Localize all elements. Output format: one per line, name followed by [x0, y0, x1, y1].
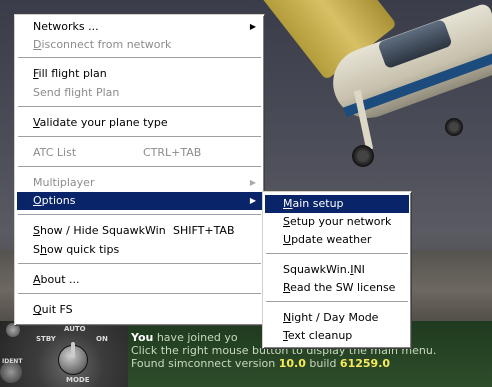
submenu-item-read-license[interactable]: Read the SW license [265, 279, 409, 297]
menu-item-quit-fs[interactable]: Quit FS [17, 301, 262, 319]
menu-item-multiplayer[interactable]: Multiplayer ▶ [17, 174, 262, 192]
menu-separator [18, 214, 261, 216]
menu-item-fill-flight-plan[interactable]: Fill flight plan [17, 65, 262, 83]
stby-label: STBY [36, 335, 56, 343]
menu-separator [18, 263, 261, 265]
menu-separator [18, 136, 261, 138]
menu-separator [18, 166, 261, 168]
menu-separator [18, 106, 261, 108]
submenu-arrow-icon: ▶ [249, 178, 256, 187]
menu-item-disconnect[interactable]: Disconnect from network [17, 36, 262, 54]
status-line-3: Found simconnect version 10.0 build 6125… [131, 357, 391, 370]
aircraft-wheel [352, 145, 374, 167]
submenu-item-squawkwin-ini[interactable]: SquawkWin.INI [265, 261, 409, 279]
menu-item-networks[interactable]: Networks ... ▶ [17, 18, 262, 36]
ident-label: IDENT [2, 358, 23, 365]
submenu-item-update-weather[interactable]: Update weather [265, 231, 409, 249]
submenu-arrow-icon: ▶ [249, 196, 256, 205]
options-submenu: Main setup Setup your network Update wea… [262, 191, 412, 349]
shortcut-label: CTRL+TAB [143, 146, 202, 159]
submenu-item-setup-network[interactable]: Setup your network [265, 213, 409, 231]
submenu-item-text-cleanup[interactable]: Text cleanup [265, 327, 409, 345]
simconnect-build: 61259.0 [339, 357, 391, 370]
submenu-arrow-icon: ▶ [249, 22, 256, 31]
menu-item-show-hide-squawkwin[interactable]: Show / Hide SquawkWin SHIFT+TAB [17, 222, 262, 240]
menu-separator [266, 253, 408, 255]
aircraft-wheel [445, 118, 463, 136]
menu-item-show-quick-tips[interactable]: Show quick tips [17, 241, 262, 259]
menu-item-options[interactable]: Options ▶ [17, 192, 262, 210]
menu-separator [18, 57, 261, 59]
auto-label: AUTO [64, 325, 86, 333]
simconnect-version: 10.0 [278, 357, 306, 370]
mode-knob[interactable] [58, 342, 88, 375]
transponder-panel: STBY AUTO ON MODE IDENT [0, 321, 128, 387]
menu-item-send-flight-plan[interactable]: Send flight Plan [17, 84, 262, 102]
submenu-item-main-setup[interactable]: Main setup [265, 195, 409, 213]
menu-separator [18, 293, 261, 295]
submenu-item-night-day-mode[interactable]: Night / Day Mode [265, 309, 409, 327]
menu-item-about[interactable]: About ... [17, 271, 262, 289]
shortcut-label: SHIFT+TAB [173, 224, 235, 237]
menu-item-atc-list[interactable]: ATC List CTRL+TAB [17, 144, 262, 162]
mode-label: MODE [66, 376, 90, 384]
main-context-menu: Networks ... ▶ Disconnect from network F… [14, 14, 265, 326]
menu-item-validate-plane[interactable]: Validate your plane type [17, 114, 262, 132]
on-label: ON [96, 335, 108, 343]
menu-separator [266, 301, 408, 303]
